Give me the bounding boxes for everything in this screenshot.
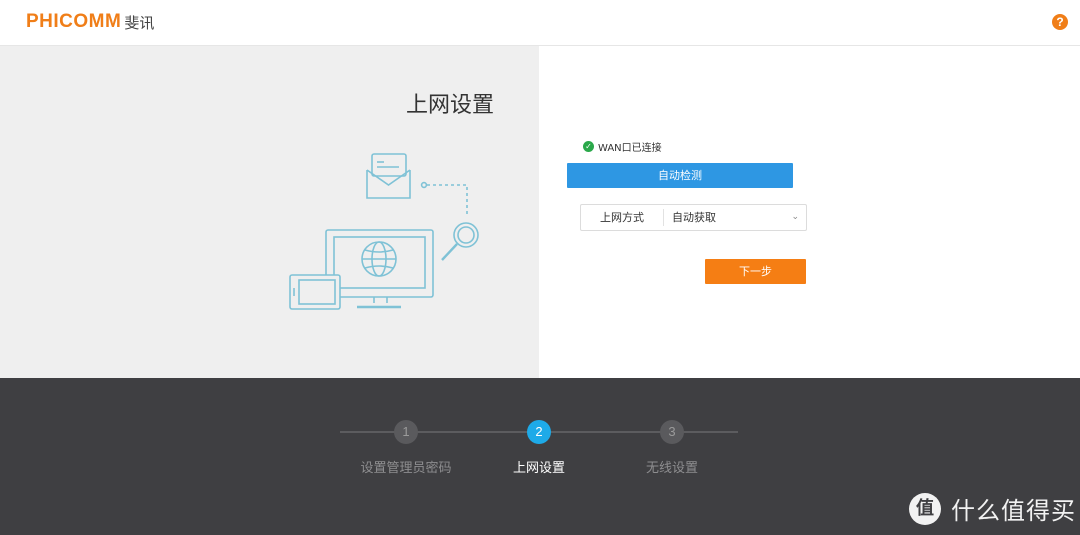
top-header: PHICOMM 斐讯 ?: [0, 0, 1080, 46]
page-title: 上网设置: [406, 93, 495, 118]
chevron-down-icon: ⌄: [791, 212, 799, 222]
connection-mode-select[interactable]: 自动获取 ⌄: [664, 205, 806, 230]
tablet-icon: [289, 274, 341, 310]
next-button[interactable]: 下一步: [705, 259, 806, 284]
watermark-text: 什么值得买: [951, 497, 1076, 525]
wan-status: ✓ WAN口已连接: [583, 139, 662, 154]
magnifier-icon: [441, 222, 479, 261]
watermark: 值 什么值得买: [909, 491, 1076, 526]
connection-mode-field: 上网方式 自动获取 ⌄: [580, 204, 807, 231]
step-3-circle: 3: [660, 420, 684, 444]
logo-text-en: PHICOMM: [26, 11, 122, 32]
step-1-label: 设置管理员密码: [360, 461, 452, 476]
connection-mode-value: 自动获取: [672, 211, 716, 224]
watermark-logo-icon: 值: [909, 492, 941, 525]
check-circle-icon: ✓: [583, 141, 594, 152]
wan-status-text: WAN口已连接: [598, 143, 662, 154]
auto-detect-button[interactable]: 自动检测: [567, 163, 793, 188]
step-1-circle: 1: [394, 420, 418, 444]
step-2-label: 上网设置: [512, 461, 565, 476]
phicomm-logo: PHICOMM 斐讯: [26, 11, 154, 33]
question-icon[interactable]: ?: [1052, 14, 1068, 30]
connection-mode-label: 上网方式: [581, 209, 664, 226]
logo-text-cn: 斐讯: [124, 13, 155, 32]
step-3-label: 无线设置: [645, 461, 698, 476]
network-illustration: [289, 153, 479, 310]
globe-icon: [361, 241, 397, 277]
envelope-icon: [366, 153, 411, 199]
step-2-circle: 2: [527, 420, 551, 444]
